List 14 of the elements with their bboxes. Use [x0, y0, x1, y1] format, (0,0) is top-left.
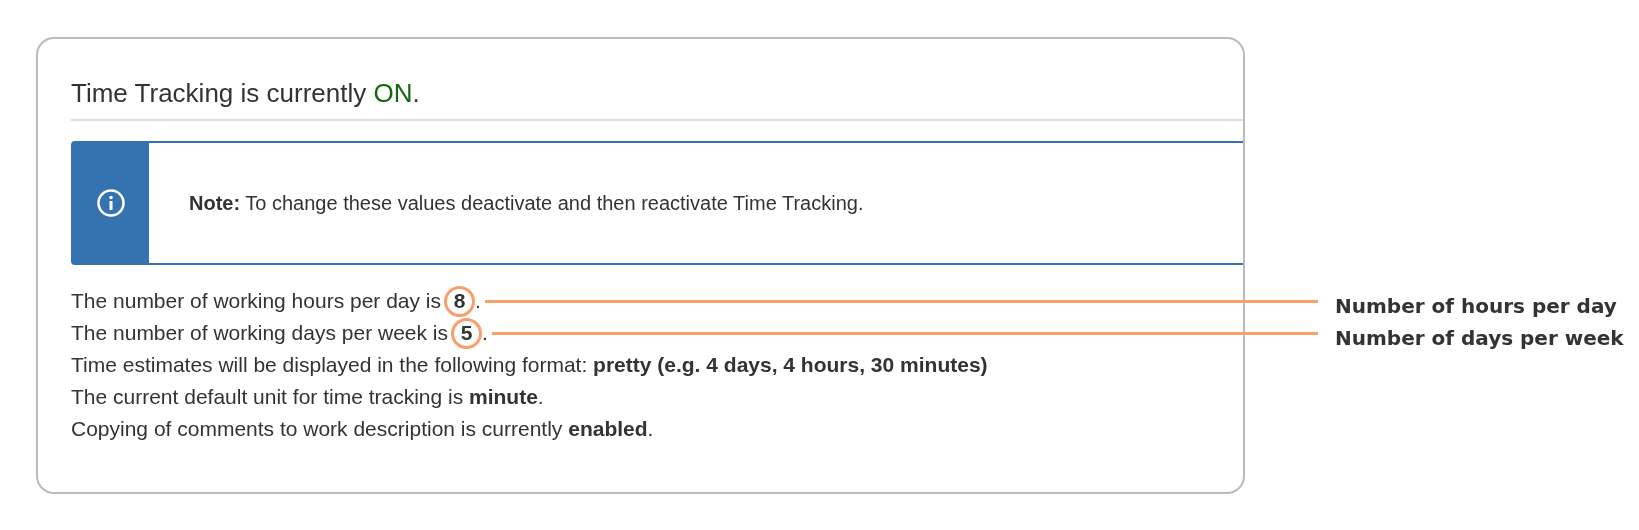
highlighted-value: 5	[451, 317, 482, 349]
callout-label: Number of days per week	[1335, 325, 1624, 352]
status-heading: Time Tracking is currently ON.	[71, 78, 420, 108]
period-text: .	[482, 321, 488, 345]
note-text: Note: To change these values deactivate and then reactivate Time Tracking.	[189, 191, 864, 215]
highlighted-value: 8	[444, 285, 475, 317]
setting-text: The current default unit for time tracking is minute.	[71, 385, 544, 409]
callout-label: Number of hours per day	[1335, 293, 1618, 320]
setting-text: The number of working hours per day is	[71, 289, 441, 313]
setting-text: Copying of comments to work description is currently enabled.	[71, 417, 654, 441]
setting-text: Time estimates will be displayed in the following format: pretty (e.g. 4 days, 4 hours, 30 minutes)	[71, 353, 988, 377]
period-text: .	[475, 289, 481, 313]
info-icon	[96, 188, 126, 218]
setting-text: The number of working days per week is	[71, 321, 448, 345]
